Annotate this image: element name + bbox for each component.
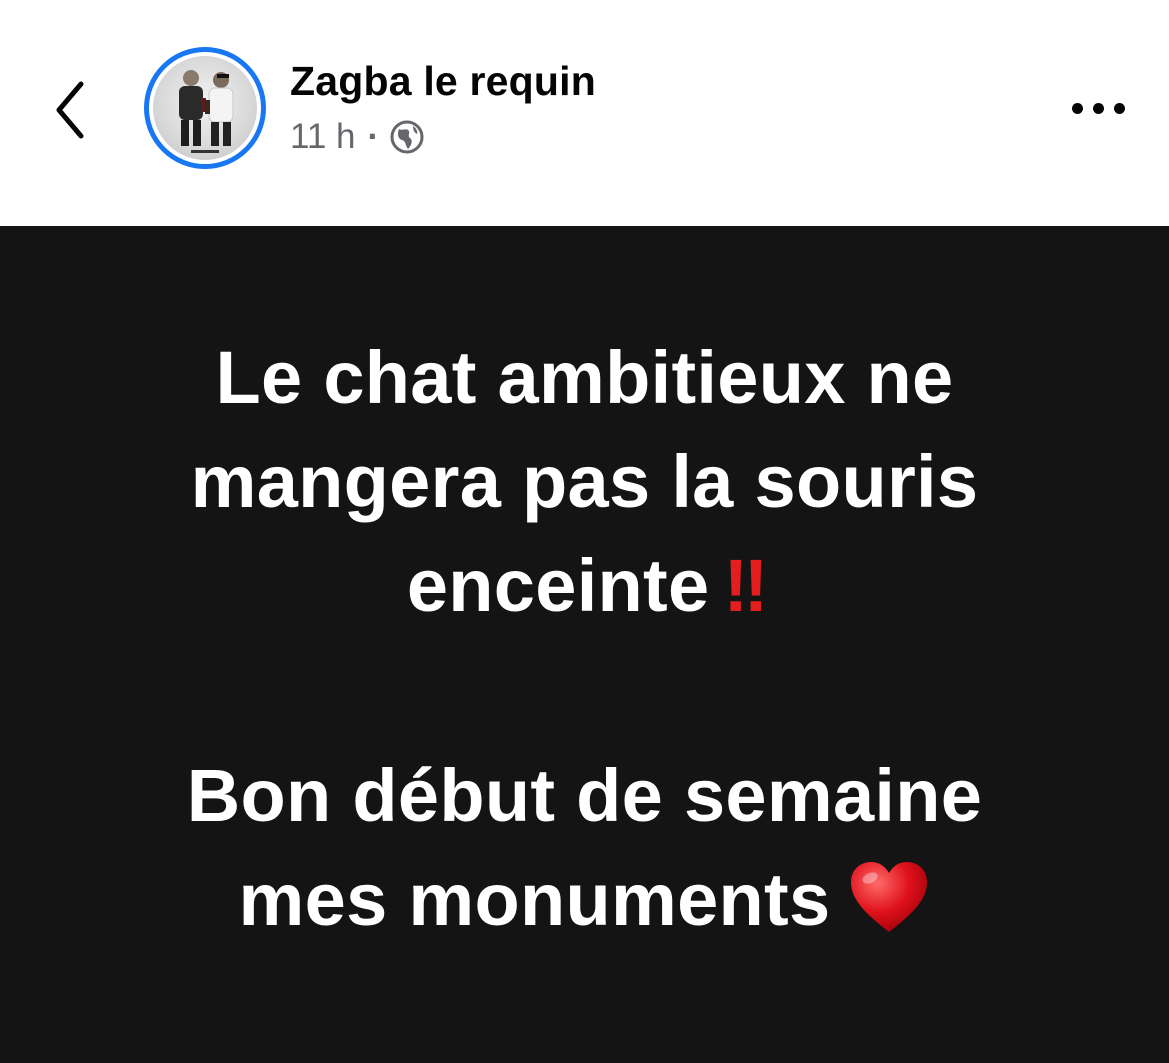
post-line-text: enceinte xyxy=(406,544,710,627)
post-line-text: mes monuments xyxy=(238,858,831,941)
post-paragraph-2: Bon début de semaine mes monuments xyxy=(0,744,1169,952)
post-meta: 11 h · xyxy=(290,117,425,157)
back-button[interactable] xyxy=(40,70,100,150)
post-line-with-emoji: mes monuments xyxy=(0,848,1169,952)
post-content[interactable]: Le chat ambitieux ne mangera pas la sour… xyxy=(0,226,1169,1063)
post-line-with-emoji: enceinte ‼ xyxy=(0,534,1169,638)
post-line: mangera pas la souris xyxy=(190,440,979,523)
meta-separator: · xyxy=(367,117,380,156)
post-timestamp[interactable]: 11 h xyxy=(290,117,356,157)
avatar-photo xyxy=(153,56,257,160)
post-line: Le chat ambitieux ne xyxy=(215,336,954,419)
heart-icon xyxy=(851,862,928,933)
avatar[interactable] xyxy=(144,47,266,169)
double-exclamation-icon: ‼ xyxy=(723,544,768,627)
author-name[interactable]: Zagba le requin xyxy=(290,58,596,105)
globe-icon[interactable] xyxy=(389,119,425,155)
more-dot xyxy=(1113,102,1125,114)
more-options-button[interactable] xyxy=(1060,86,1136,130)
post-paragraph-1: Le chat ambitieux ne mangera pas la sour… xyxy=(0,326,1169,638)
chevron-left-icon xyxy=(56,81,84,139)
more-dot xyxy=(1092,102,1104,114)
post-line: Bon début de semaine xyxy=(186,754,983,837)
post-header: Zagba le requin 11 h · xyxy=(0,0,1169,226)
more-dot xyxy=(1071,102,1083,114)
